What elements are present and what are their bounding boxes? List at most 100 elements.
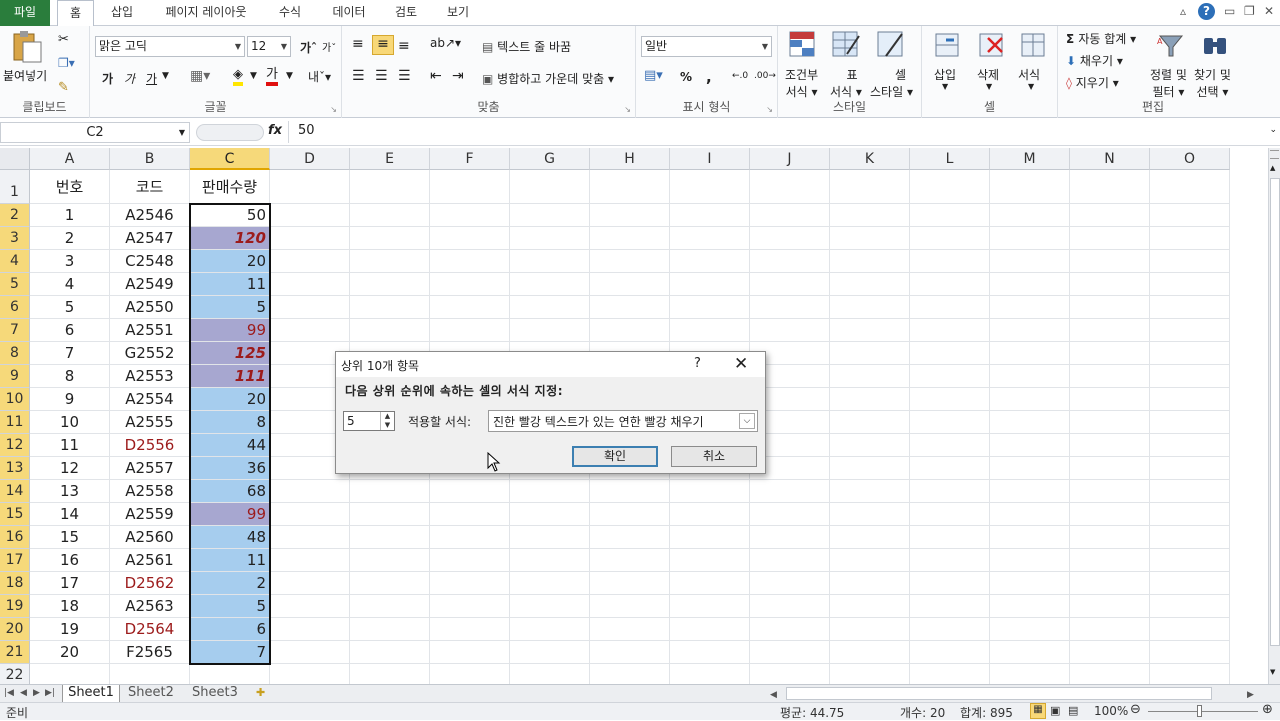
cell[interactable] [270, 618, 350, 641]
zoom-slider[interactable] [1148, 711, 1258, 712]
cell-number[interactable]: 15 [30, 526, 110, 549]
cell[interactable] [270, 595, 350, 618]
column-header-k[interactable]: K [830, 148, 910, 170]
cell-code[interactable]: F2565 [110, 641, 190, 664]
cell-number[interactable]: 18 [30, 595, 110, 618]
format-select[interactable]: 진한 빨강 텍스트가 있는 연한 빨강 채우기 ⌵ [488, 410, 758, 432]
cell[interactable] [990, 273, 1070, 296]
cell[interactable] [430, 170, 510, 204]
spin-down-icon[interactable]: ▼ [385, 421, 390, 429]
shrink-font-icon[interactable]: 가ˇ [322, 39, 336, 54]
cell[interactable] [1070, 641, 1150, 664]
cell[interactable] [750, 572, 830, 595]
cell[interactable] [1070, 365, 1150, 388]
column-header-i[interactable]: I [670, 148, 750, 170]
cell[interactable] [830, 227, 910, 250]
cell[interactable] [830, 365, 910, 388]
cell[interactable] [1150, 250, 1230, 273]
cell[interactable] [1150, 549, 1230, 572]
fill-color-icon[interactable]: ◈ [233, 68, 243, 86]
cell-styles-button[interactable]: 셀 스타일 ▾ [870, 66, 913, 100]
orientation-icon[interactable]: ab↗▾ [430, 36, 461, 50]
cell-quantity[interactable]: 5 [190, 595, 270, 618]
cell[interactable] [830, 342, 910, 365]
font-name-combo[interactable]: 맑은 고딕 ▼ [95, 36, 245, 57]
format-as-table-icon[interactable] [831, 30, 861, 60]
cell[interactable] [510, 526, 590, 549]
cell[interactable] [750, 204, 830, 227]
comma-button[interactable]: , [706, 68, 712, 86]
cell[interactable] [670, 204, 750, 227]
cell[interactable] [590, 526, 670, 549]
font-color-icon[interactable]: 가 [266, 68, 278, 86]
cell[interactable] [430, 296, 510, 319]
chevron-down-icon[interactable]: ⌵ [739, 413, 755, 429]
cell[interactable] [1150, 319, 1230, 342]
cell[interactable] [430, 480, 510, 503]
cell[interactable] [430, 641, 510, 664]
conditional-format-button[interactable]: 조건부 서식 ▾ [785, 66, 818, 100]
cell[interactable] [350, 480, 430, 503]
wrap-text-button[interactable]: ▤ 텍스트 줄 바꿈 [482, 38, 571, 55]
font-size-combo[interactable]: 12 ▼ [247, 36, 291, 57]
page-layout-view-icon[interactable]: ▣ [1050, 704, 1060, 717]
cell[interactable] [1070, 296, 1150, 319]
cell[interactable] [1150, 434, 1230, 457]
next-sheet-icon[interactable]: ▶ [33, 685, 40, 702]
phonetic-icon[interactable]: 내ˇ▾ [308, 68, 331, 85]
cell[interactable] [590, 250, 670, 273]
cell[interactable] [270, 503, 350, 526]
cell[interactable] [1150, 204, 1230, 227]
cell[interactable] [910, 170, 990, 204]
cell[interactable] [910, 549, 990, 572]
cell-quantity[interactable]: 120 [190, 227, 270, 250]
normal-view-icon[interactable]: ▦ [1030, 703, 1046, 719]
cell[interactable] [350, 170, 430, 204]
italic-button[interactable]: 가 [124, 70, 135, 87]
cell[interactable] [1070, 170, 1150, 204]
row-header[interactable]: 3 [0, 227, 30, 250]
cell-quantity[interactable]: 8 [190, 411, 270, 434]
cell[interactable] [990, 664, 1070, 684]
insert-function-icon[interactable]: fx [268, 123, 282, 138]
cell-code[interactable]: A2555 [110, 411, 190, 434]
column-header-l[interactable]: L [910, 148, 990, 170]
cell[interactable] [990, 204, 1070, 227]
cell[interactable] [990, 503, 1070, 526]
cell-code[interactable]: D2556 [110, 434, 190, 457]
cell[interactable] [350, 549, 430, 572]
chevron-down-icon[interactable]: ▼ [1028, 82, 1034, 91]
paste-label[interactable]: 붙여넣기 [3, 67, 47, 84]
cell-number[interactable]: 10 [30, 411, 110, 434]
format-painter-icon[interactable]: ✎ [58, 80, 69, 95]
cell-quantity[interactable]: 11 [190, 549, 270, 572]
cell[interactable] [350, 227, 430, 250]
cell-code[interactable]: D2562 [110, 572, 190, 595]
cell[interactable] [1070, 664, 1150, 684]
cell[interactable] [830, 170, 910, 204]
autosum-button[interactable]: Σ 자동 합계 ▾ [1066, 30, 1136, 47]
cell[interactable] [1150, 365, 1230, 388]
binoculars-icon[interactable] [1200, 30, 1230, 60]
cell[interactable] [350, 319, 430, 342]
cell[interactable] [270, 480, 350, 503]
cell[interactable] [670, 618, 750, 641]
cell[interactable] [430, 595, 510, 618]
cell[interactable] [590, 227, 670, 250]
insert-cells-button[interactable]: 삽입 [934, 66, 956, 83]
cell-number[interactable]: 3 [30, 250, 110, 273]
cell[interactable] [270, 549, 350, 572]
tab-insert[interactable]: 삽입 [108, 0, 136, 26]
cell[interactable] [830, 618, 910, 641]
decrease-decimal-icon[interactable]: .00→ [754, 71, 776, 81]
cell[interactable] [990, 296, 1070, 319]
cell-number[interactable]: 12 [30, 457, 110, 480]
last-sheet-icon[interactable]: ▶| [45, 685, 55, 702]
scroll-up-icon[interactable]: ▲ [1270, 164, 1275, 172]
tab-data[interactable]: 데이터 [329, 0, 369, 26]
row-header[interactable]: 20 [0, 618, 30, 641]
sheet-tab-2[interactable]: Sheet2 [128, 685, 174, 702]
cell[interactable] [350, 296, 430, 319]
cell[interactable] [590, 549, 670, 572]
cell-number[interactable]: 2 [30, 227, 110, 250]
